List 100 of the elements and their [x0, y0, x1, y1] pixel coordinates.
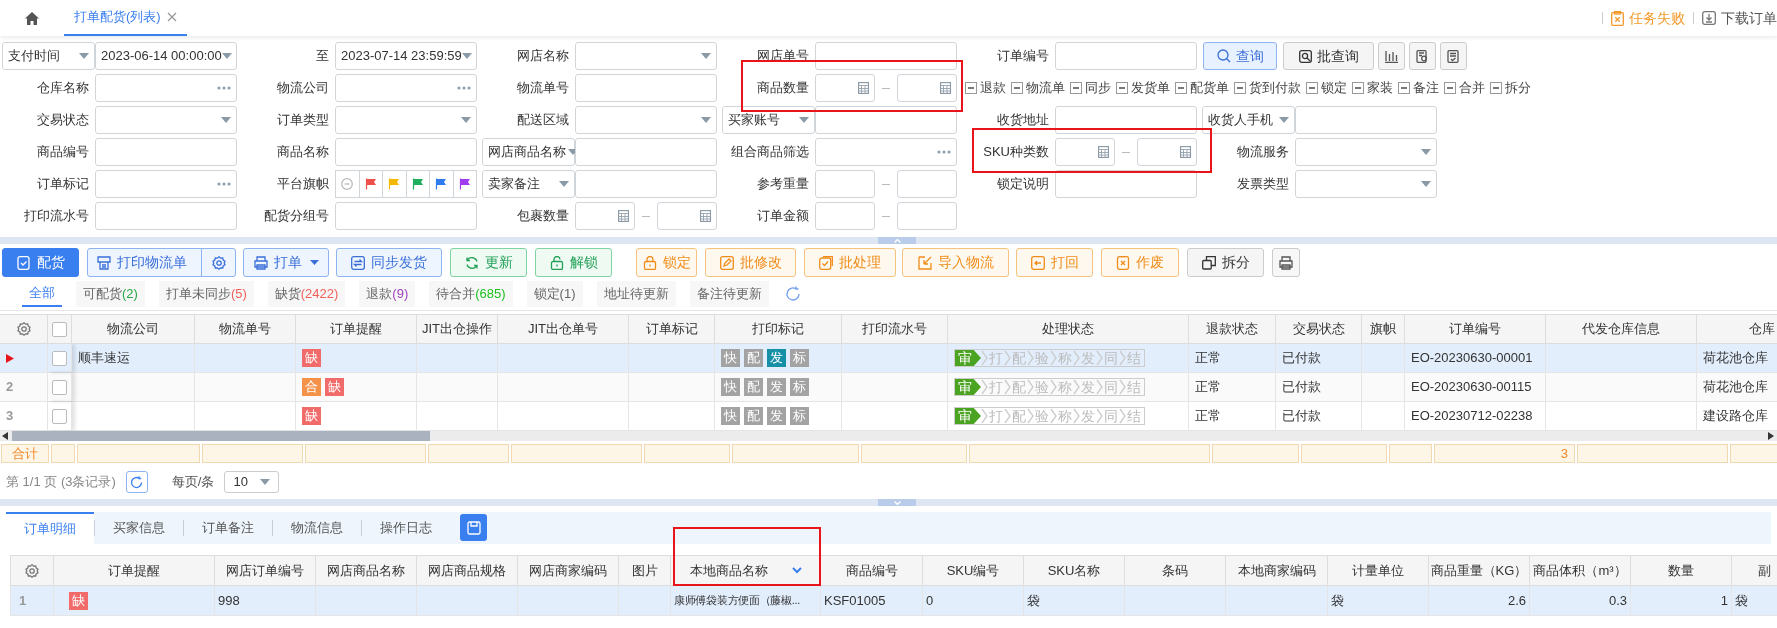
detail-tab[interactable]: 物流信息 — [273, 512, 361, 544]
picker-field[interactable] — [815, 138, 957, 166]
print-mark-tag: 标 — [790, 378, 809, 396]
search-button[interactable]: 查询 — [1203, 42, 1277, 70]
toolbar-button[interactable]: 解锁 — [535, 248, 612, 277]
label-dropdown[interactable]: 卖家备注 — [482, 170, 575, 198]
refresh-icon — [464, 255, 479, 270]
checkbox[interactable] — [52, 408, 67, 424]
status-tab[interactable]: 锁定(1) — [526, 280, 583, 307]
toolbar-button[interactable] — [1409, 42, 1436, 70]
checkbox[interactable] — [965, 82, 977, 94]
field-label: 商品名称 — [277, 143, 330, 162]
text-field[interactable] — [1055, 42, 1197, 70]
dropdown-field[interactable] — [575, 106, 717, 134]
status-tab[interactable]: 退款(9) — [359, 280, 416, 307]
page-size-dropdown[interactable]: 10 — [224, 471, 280, 493]
picker-field[interactable] — [95, 170, 237, 198]
text-field[interactable] — [815, 42, 957, 70]
label-dropdown[interactable]: 买家账号 — [722, 106, 815, 134]
dropdown-field[interactable] — [95, 106, 237, 134]
scrollbar[interactable] — [0, 431, 1777, 441]
dropdown-field[interactable] — [1295, 138, 1437, 166]
number-field[interactable] — [815, 74, 875, 102]
collapse-handle[interactable] — [878, 237, 916, 244]
toolbar-button[interactable]: 同步发货 — [336, 248, 442, 277]
toolbar-button[interactable] — [1378, 42, 1405, 70]
number-field[interactable] — [1137, 138, 1197, 166]
picker-field[interactable] — [335, 74, 477, 102]
picker-field[interactable] — [95, 74, 237, 102]
settings-button[interactable] — [24, 562, 40, 579]
toolbar-button[interactable]: 拆分 — [1187, 248, 1264, 277]
collapse-handle[interactable] — [878, 499, 916, 506]
checkbox[interactable] — [1306, 82, 1318, 94]
number-field[interactable] — [575, 202, 635, 230]
checkbox[interactable] — [1352, 82, 1364, 94]
label-dropdown[interactable]: 收货人手机 — [1202, 106, 1295, 134]
text-field[interactable] — [1055, 106, 1197, 134]
number-field[interactable] — [815, 202, 875, 230]
toolbar-button[interactable]: 配货 — [2, 248, 79, 277]
dropdown-field[interactable] — [575, 42, 717, 70]
number-field[interactable] — [897, 74, 957, 102]
number-field[interactable] — [897, 202, 957, 230]
dropdown-field[interactable] — [1295, 170, 1437, 198]
checkbox[interactable] — [1175, 82, 1187, 94]
page-tab[interactable]: 打单配货(列表) — [64, 0, 187, 36]
flag-button[interactable] — [429, 170, 454, 198]
detail-tab[interactable]: 订单备注 — [184, 512, 272, 544]
status-tab[interactable]: 备注待更新 — [689, 280, 769, 307]
checkbox[interactable] — [52, 379, 67, 395]
toolbar-button[interactable] — [1440, 42, 1467, 70]
date-field[interactable]: 2023-06-14 00:00:00 — [95, 42, 237, 70]
text-field[interactable] — [575, 74, 717, 102]
settings-button[interactable] — [15, 321, 32, 337]
field-label: 网店名称 — [517, 47, 570, 66]
text-field[interactable] — [95, 138, 237, 166]
table-cell-text: KSF01005 — [824, 591, 886, 610]
toolbar-button[interactable]: 更新 — [450, 248, 527, 277]
text-field[interactable] — [575, 138, 717, 166]
checkbox[interactable] — [1444, 82, 1456, 94]
totals-cell — [51, 444, 75, 463]
number-field[interactable] — [1055, 138, 1115, 166]
save-button[interactable] — [460, 514, 487, 541]
text-field[interactable] — [1055, 170, 1197, 198]
date-field[interactable]: 2023-07-14 23:59:59 — [335, 42, 477, 70]
status-tab[interactable]: 缺货(2422) — [267, 280, 346, 307]
checkbox[interactable] — [1490, 82, 1502, 94]
text-field[interactable] — [335, 202, 477, 230]
search-button[interactable]: 批查询 — [1283, 42, 1374, 70]
status-tab[interactable]: 地址待更新 — [596, 280, 676, 307]
header-link[interactable]: 下载订单 — [1702, 7, 1777, 29]
checkbox[interactable] — [52, 350, 67, 366]
detail-tab[interactable]: 买家信息 — [95, 512, 183, 544]
checkbox[interactable] — [1234, 82, 1246, 94]
status-tab[interactable]: 全部 — [22, 280, 62, 307]
text-field[interactable] — [335, 138, 477, 166]
number-field[interactable] — [897, 170, 957, 198]
checkbox[interactable] — [1070, 82, 1082, 94]
checkbox[interactable] — [1398, 82, 1410, 94]
text-field[interactable] — [815, 106, 957, 134]
status-tab[interactable]: 待合并(685) — [429, 280, 513, 307]
text-field[interactable] — [1295, 106, 1437, 134]
flag-button[interactable] — [452, 170, 477, 198]
detail-tab[interactable]: 订单明细 — [6, 512, 94, 544]
refresh-button[interactable] — [125, 471, 148, 493]
label-dropdown[interactable]: 网店商品名称 — [482, 138, 575, 166]
checkbox[interactable] — [1011, 82, 1023, 94]
status-tab[interactable]: 打单未同步(5) — [158, 280, 254, 307]
dropdown-field[interactable] — [335, 106, 477, 134]
label-dropdown[interactable]: 支付时间 — [2, 42, 95, 70]
checkbox[interactable] — [1116, 82, 1128, 94]
text-field[interactable] — [95, 202, 237, 230]
print-button[interactable] — [1272, 248, 1300, 277]
status-tab[interactable]: 可配货(2) — [76, 280, 145, 307]
text-field[interactable] — [575, 170, 717, 198]
detail-tab[interactable]: 操作日志 — [362, 512, 450, 544]
checkbox[interactable] — [52, 321, 67, 337]
toolbar-button[interactable]: 打单 — [243, 248, 329, 277]
column-header: 订单提醒 — [330, 320, 382, 339]
number-field[interactable] — [657, 202, 717, 230]
number-field[interactable] — [815, 170, 875, 198]
